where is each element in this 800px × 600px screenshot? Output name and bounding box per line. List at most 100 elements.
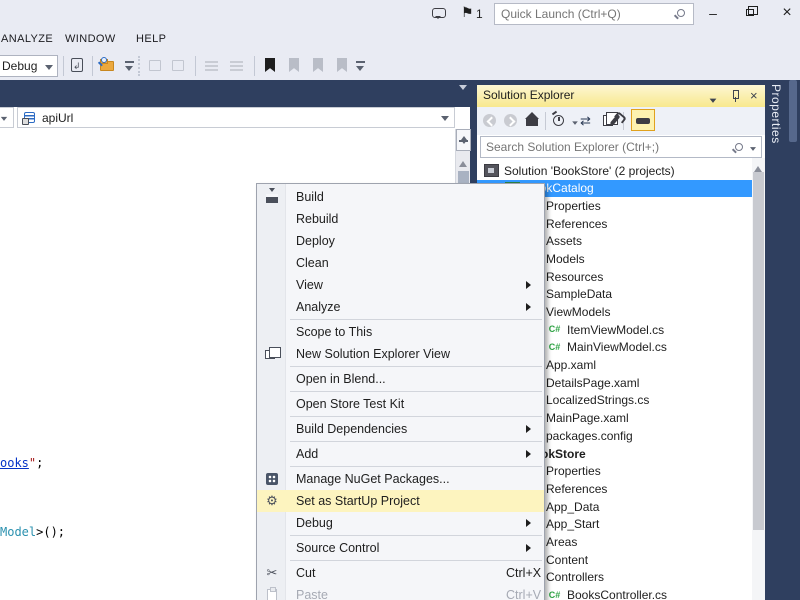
nuget-icon bbox=[264, 471, 280, 487]
menu-item-cut[interactable]: ✂CutCtrl+X bbox=[257, 562, 544, 584]
menu-item-source-control[interactable]: Source Control bbox=[257, 537, 544, 559]
menu-item-analyze[interactable]: Analyze bbox=[257, 296, 544, 318]
notifications-flag-icon[interactable]: ⚑ bbox=[461, 4, 474, 21]
chevron-down-icon[interactable] bbox=[750, 147, 756, 154]
tree-item-solution-bookstore-2-projects[interactable]: Solution 'BookStore' (2 projects) bbox=[477, 162, 765, 180]
menu-item-label: Open Store Test Kit bbox=[296, 393, 404, 415]
editor-navigation-bar: apiUrl bbox=[0, 107, 470, 129]
titlebar: ⚑ 1 – × bbox=[0, 0, 800, 28]
properties-autohide-tab[interactable]: Properties bbox=[769, 84, 783, 144]
code-line: Model>(); bbox=[0, 525, 65, 539]
chevron-down-icon bbox=[441, 116, 449, 125]
menu-item-deploy[interactable]: Deploy bbox=[257, 230, 544, 252]
search-icon bbox=[677, 9, 685, 17]
menu-separator bbox=[290, 466, 542, 467]
disabled-tool-icon bbox=[170, 57, 188, 75]
code-line: ooks"; bbox=[0, 456, 43, 470]
menu-item-label: New Solution Explorer View bbox=[296, 343, 450, 365]
menu-item-label: View bbox=[296, 274, 323, 296]
clear-bookmarks-icon bbox=[333, 57, 351, 75]
solution-explorer-search-input[interactable] bbox=[486, 139, 716, 155]
scroll-up-arrow[interactable] bbox=[459, 157, 467, 167]
feedback-icon[interactable] bbox=[432, 8, 446, 18]
sync-with-active-document-button[interactable]: ⇄ bbox=[580, 112, 598, 130]
menu-item-label: Deploy bbox=[296, 230, 335, 252]
find-in-files-icon[interactable] bbox=[99, 57, 117, 75]
menu-item-scope-to-this[interactable]: Scope to This bbox=[257, 321, 544, 343]
editor-splitter-handle[interactable] bbox=[456, 129, 471, 151]
member-name: apiUrl bbox=[42, 111, 73, 125]
chevron-down-icon bbox=[45, 65, 53, 74]
tree-item-label: MainPage.xaml bbox=[546, 411, 629, 425]
tree-item-label: LocalizedStrings.cs bbox=[546, 393, 649, 407]
preview-selected-items-toggle[interactable] bbox=[631, 109, 655, 131]
menu-separator bbox=[290, 416, 542, 417]
chevron-down-icon bbox=[710, 99, 717, 107]
solution-configuration-combo[interactable]: Debug bbox=[0, 55, 58, 77]
solution-explorer-search-box[interactable] bbox=[480, 136, 762, 158]
paste-icon bbox=[264, 587, 280, 600]
document-well-dropdown[interactable] bbox=[459, 90, 467, 108]
properties-button[interactable] bbox=[605, 112, 623, 130]
next-bookmark-icon bbox=[309, 57, 327, 75]
pending-changes-filter-button[interactable] bbox=[551, 112, 569, 130]
menu-help[interactable]: HELP bbox=[136, 33, 166, 45]
minimize-button[interactable]: – bbox=[698, 0, 728, 26]
tree-item-label: packages.config bbox=[546, 429, 633, 443]
scroll-up-arrow[interactable] bbox=[754, 162, 762, 172]
csharp-icon: C# bbox=[547, 341, 562, 354]
menu-item-label: Open in Blend... bbox=[296, 368, 386, 390]
scrollbar-thumb[interactable] bbox=[753, 172, 764, 530]
menu-item-new-solution-explorer-view[interactable]: New Solution Explorer View bbox=[257, 343, 544, 365]
menu-analyze[interactable]: ANALYZE bbox=[1, 33, 53, 45]
menu-item-shortcut: Ctrl+V bbox=[506, 584, 541, 600]
quick-launch-box[interactable] bbox=[494, 3, 694, 25]
tree-item-label: References bbox=[546, 482, 607, 496]
quick-launch-input[interactable] bbox=[501, 5, 661, 23]
menu-item-label: Build Dependencies bbox=[296, 418, 407, 440]
menu-item-set-as-startup-project[interactable]: ⚙Set as StartUp Project bbox=[257, 490, 544, 512]
csharp-icon: C# bbox=[547, 323, 562, 336]
menu-item-rebuild[interactable]: Rebuild bbox=[257, 208, 544, 230]
menu-item-add[interactable]: Add bbox=[257, 443, 544, 465]
home-button[interactable] bbox=[524, 112, 542, 130]
chevron-down-icon[interactable] bbox=[572, 121, 578, 127]
menu-item-open-store-test-kit[interactable]: Open Store Test Kit bbox=[257, 393, 544, 415]
menu-item-build[interactable]: Build bbox=[257, 186, 544, 208]
tree-item-label: SampleData bbox=[546, 287, 612, 301]
toggle-bookmark-icon[interactable] bbox=[261, 57, 279, 75]
close-icon[interactable]: × bbox=[750, 90, 758, 102]
toolbar-separator bbox=[195, 56, 196, 76]
tree-vertical-scrollbar[interactable] bbox=[752, 158, 765, 600]
tree-item-label: ItemViewModel.cs bbox=[567, 323, 664, 337]
toolbar-overflow-button[interactable] bbox=[125, 61, 134, 73]
members-dropdown[interactable]: apiUrl bbox=[17, 107, 455, 128]
csharp-icon: C# bbox=[547, 589, 562, 600]
menu-item-view[interactable]: View bbox=[257, 274, 544, 296]
menu-item-label: Scope to This bbox=[296, 321, 372, 343]
menu-window[interactable]: WINDOW bbox=[65, 33, 116, 45]
document-navigate-icon[interactable] bbox=[69, 57, 87, 75]
menu-item-label: Add bbox=[296, 443, 318, 465]
restore-button[interactable] bbox=[736, 0, 766, 26]
previous-bookmark-icon bbox=[285, 57, 303, 75]
menu-separator bbox=[290, 319, 542, 320]
tree-item-label: Solution 'BookStore' (2 projects) bbox=[504, 164, 675, 178]
menu-item-label: Cut bbox=[296, 562, 315, 584]
notifications-count: 1 bbox=[476, 7, 483, 21]
menu-item-build-dependencies[interactable]: Build Dependencies bbox=[257, 418, 544, 440]
tree-item-label: App.xaml bbox=[546, 358, 596, 372]
menu-item-manage-nuget-packages[interactable]: Manage NuGet Packages... bbox=[257, 468, 544, 490]
pin-icon[interactable] bbox=[731, 90, 739, 102]
tree-item-label: Properties bbox=[546, 199, 601, 213]
menu-item-debug[interactable]: Debug bbox=[257, 512, 544, 534]
close-button[interactable]: × bbox=[772, 0, 800, 26]
toolbar-overflow-button[interactable] bbox=[356, 61, 365, 73]
menu-item-open-in-blend[interactable]: Open in Blend... bbox=[257, 368, 544, 390]
menu-item-clean[interactable]: Clean bbox=[257, 252, 544, 274]
toolbar-grip[interactable] bbox=[138, 56, 140, 76]
menubar: ANALYZE WINDOW HELP bbox=[0, 28, 800, 53]
solution-explorer-titlebar[interactable]: Solution Explorer × bbox=[477, 85, 765, 107]
decrease-indent-icon bbox=[203, 57, 221, 75]
types-dropdown[interactable] bbox=[0, 107, 14, 128]
